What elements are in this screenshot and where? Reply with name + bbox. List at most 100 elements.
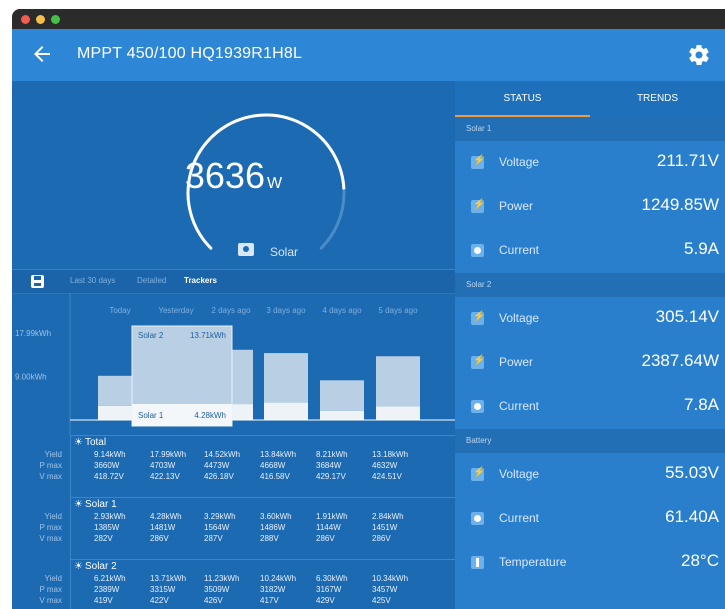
status-row[interactable]: Current 7.8A xyxy=(455,385,725,429)
app-bar: MPPT 450/100 HQ1939R1H8L xyxy=(12,29,725,81)
section-title-text: Solar 2 xyxy=(84,561,117,572)
status-value: 305.14V xyxy=(655,307,719,326)
table-cell: 17.99kWh xyxy=(150,450,187,459)
table-vline xyxy=(70,497,71,559)
status-row[interactable]: Voltage 55.03V xyxy=(455,453,725,497)
bar-solar2 xyxy=(264,353,308,403)
table-cell: 3.60kWh xyxy=(260,512,292,521)
current-icon xyxy=(471,400,484,413)
row-label: V max xyxy=(39,534,62,543)
bolt-icon xyxy=(471,311,485,325)
table-cell: 4703W xyxy=(150,461,176,470)
table-cell: 422V xyxy=(150,596,169,605)
table-cell: 288V xyxy=(260,534,279,543)
tab-status[interactable]: STATUS xyxy=(455,81,590,117)
table-cell: 287V xyxy=(204,534,223,543)
status-value: 28°C xyxy=(681,551,719,570)
close-window-button[interactable] xyxy=(21,15,30,24)
table-cell: 282V xyxy=(94,534,113,543)
table-cell: 3315W xyxy=(150,585,176,594)
current-icon xyxy=(471,244,484,257)
table-cell: 429.17V xyxy=(316,472,346,481)
status-group-header: Battery xyxy=(455,429,725,453)
status-panel: STATUS TRENDS Solar 1 Voltage 211.71V Power… xyxy=(455,81,725,609)
table-cell: 3660W xyxy=(94,461,120,470)
table-cell: 417V xyxy=(260,596,279,605)
row-label: P max xyxy=(39,461,62,470)
tooltip-solar2-label: Solar 2 xyxy=(138,331,164,340)
status-label: Power xyxy=(499,199,534,213)
section-title-text: Solar 1 xyxy=(84,499,117,510)
tooltip-solar2-value: 13.71kWh xyxy=(190,331,226,340)
table-cell: 3684W xyxy=(316,461,342,470)
app-window: MPPT 450/100 HQ1939R1H8L 3636 W Solar Las… xyxy=(12,9,725,609)
status-row[interactable]: Power 1249.85W xyxy=(455,185,725,229)
table-cell: 1451W xyxy=(372,523,398,532)
status-group-header: Solar 1 xyxy=(455,117,725,141)
current-icon xyxy=(471,512,484,525)
table-cell: 4668W xyxy=(260,461,286,470)
row-label: V max xyxy=(39,472,62,481)
table-cell: 6.30kWh xyxy=(316,574,348,583)
table-cell: 286V xyxy=(316,534,335,543)
table-cell: 286V xyxy=(150,534,169,543)
table-cell: 286V xyxy=(372,534,391,543)
table-cell: 1.91kWh xyxy=(316,512,348,521)
tab-trackers[interactable]: Trackers xyxy=(184,276,217,285)
table-cell: 4632W xyxy=(372,461,398,470)
tab-detailed[interactable]: Detailed xyxy=(137,276,166,285)
row-label: V max xyxy=(39,596,62,605)
minimize-window-button[interactable] xyxy=(36,15,45,24)
maximize-window-button[interactable] xyxy=(51,15,60,24)
table-cell: 13.71kWh xyxy=(150,574,187,583)
table-cell: 425V xyxy=(372,596,391,605)
table-cell: 10.34kWh xyxy=(372,574,409,583)
table-cell: 3182W xyxy=(260,585,286,594)
trackers-chart-svg: 17.99kWh 9.00kWh Today Yesterday 2 days ago 3… xyxy=(12,293,455,435)
sun-icon: ☀ xyxy=(74,499,83,510)
tab-trends[interactable]: TRENDS xyxy=(590,81,725,117)
table-cell: 2.84kWh xyxy=(372,512,404,521)
status-label: Voltage xyxy=(499,311,540,325)
save-icon[interactable] xyxy=(31,275,44,288)
bar-solar1 xyxy=(320,410,364,420)
status-row[interactable]: Power 2387.64W xyxy=(455,341,725,385)
row-label: Yield xyxy=(44,450,63,459)
status-label: Current xyxy=(499,243,540,257)
table-cell: 4.28kWh xyxy=(150,512,182,521)
gear-icon[interactable] xyxy=(687,43,711,67)
x-category-label: 4 days ago xyxy=(322,306,362,315)
x-category-label: Yesterday xyxy=(158,306,193,315)
power-gauge: 3636 W Solar xyxy=(12,81,455,269)
status-label: Voltage xyxy=(499,155,540,169)
tooltip-solar1-label: Solar 1 xyxy=(138,411,164,420)
history-tabs: Last 30 days Detailed Trackers xyxy=(12,269,455,294)
x-category-label: Today xyxy=(109,306,130,315)
table-cell: 1564W xyxy=(204,523,230,532)
status-row[interactable]: Voltage 305.14V xyxy=(455,297,725,341)
status-row[interactable]: Voltage 211.71V xyxy=(455,141,725,185)
status-label: Temperature xyxy=(499,555,567,569)
table-cell: 3.29kWh xyxy=(204,512,236,521)
table-cell: 3509W xyxy=(204,585,230,594)
table-cell: 416.58V xyxy=(260,472,290,481)
status-value: 211.71V xyxy=(656,151,719,170)
thermometer-icon xyxy=(471,556,484,569)
status-label: Current xyxy=(499,511,540,525)
status-row[interactable]: Temperature 28°C xyxy=(455,541,725,585)
table-cell: 3167W xyxy=(316,585,342,594)
status-group-header: Solar 2 xyxy=(455,273,725,297)
status-value: 1249.85W xyxy=(641,195,720,214)
status-value: 55.03V xyxy=(665,463,719,482)
window-titlebar xyxy=(12,9,725,29)
solar-panel-icon xyxy=(238,243,254,256)
section-title: ☀ Solar 1 xyxy=(74,499,117,510)
row-label: P max xyxy=(39,585,62,594)
tab-last-30-days[interactable]: Last 30 days xyxy=(70,276,115,285)
section-title-text: Total xyxy=(84,437,107,448)
status-row[interactable]: Current 61.40A xyxy=(455,497,725,541)
status-row[interactable]: Current 5.9A xyxy=(455,229,725,273)
back-arrow-icon[interactable] xyxy=(30,42,54,66)
bolt-icon xyxy=(471,155,485,169)
status-value: 5.9A xyxy=(684,239,719,258)
